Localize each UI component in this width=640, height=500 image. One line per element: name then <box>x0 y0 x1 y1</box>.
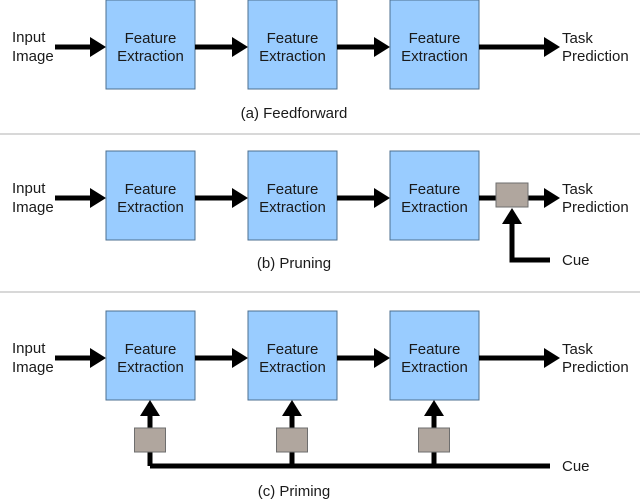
block-arrow-1-arrowhead-icon <box>232 188 248 208</box>
block-arrow-1-arrowhead-icon <box>232 37 248 57</box>
output-label-line2: Prediction <box>562 199 629 216</box>
block-label-line2: Extraction <box>117 48 184 65</box>
block-label-line2: Extraction <box>401 48 468 65</box>
block-label-line1: Feature <box>267 30 319 47</box>
block-label-line2: Extraction <box>259 199 326 216</box>
block-label-line2: Extraction <box>259 359 326 376</box>
block-label-line2: Extraction <box>401 359 468 376</box>
output-arrow-arrowhead-icon <box>544 37 560 57</box>
cue-arrow-arrowhead-icon <box>502 208 522 224</box>
cue-line <box>509 222 550 263</box>
caption-priming: (c) Priming <box>258 483 331 500</box>
output-label-line1: Task <box>562 341 593 358</box>
caption-pruning: (b) Pruning <box>257 255 331 272</box>
block-label-line1: Feature <box>267 181 319 198</box>
input-arrow-arrowhead-icon <box>90 188 106 208</box>
priming-arrow-3-arrowhead-icon <box>424 400 444 416</box>
block-label-line2: Extraction <box>259 48 326 65</box>
block-label-line1: Feature <box>125 341 177 358</box>
block-arrow-2-arrowhead-icon <box>374 188 390 208</box>
block-label-line2: Extraction <box>117 359 184 376</box>
block-label-line1: Feature <box>125 30 177 47</box>
input-label-line1: Input <box>12 340 46 357</box>
block-arrow-1-arrowhead-icon <box>232 348 248 368</box>
block-label-line2: Extraction <box>117 199 184 216</box>
diagram: InputImageFeatureExtractionFeatureExtrac… <box>0 0 640 500</box>
cue-label-b: Cue <box>562 252 590 269</box>
priming-gate-1 <box>134 427 166 453</box>
output-label-line2: Prediction <box>562 359 629 376</box>
input-label-line2: Image <box>12 48 54 65</box>
priming-gate-2 <box>276 427 308 453</box>
input-label-line1: Input <box>12 29 46 46</box>
block-arrow-2-arrowhead-icon <box>374 348 390 368</box>
block-label-line1: Feature <box>125 181 177 198</box>
block-label-line1: Feature <box>409 341 461 358</box>
output-label-line2: Prediction <box>562 48 629 65</box>
block-label-line1: Feature <box>409 181 461 198</box>
input-label-line2: Image <box>12 199 54 216</box>
output-label-line1: Task <box>562 181 593 198</box>
input-label-line2: Image <box>12 359 54 376</box>
input-label-line1: Input <box>12 180 46 197</box>
output-arrow-arrowhead-icon <box>544 188 560 208</box>
pruning-gate <box>495 182 529 208</box>
block-arrow-2-arrowhead-icon <box>374 37 390 57</box>
block-label-line1: Feature <box>409 30 461 47</box>
cue-label-c: Cue <box>562 458 590 475</box>
block-label-line2: Extraction <box>401 199 468 216</box>
priming-arrow-2-arrowhead-icon <box>282 400 302 416</box>
caption-feedforward: (a) Feedforward <box>241 105 348 122</box>
priming-arrow-1-arrowhead-icon <box>140 400 160 416</box>
input-arrow-arrowhead-icon <box>90 37 106 57</box>
input-arrow-arrowhead-icon <box>90 348 106 368</box>
output-arrow-arrowhead-icon <box>544 348 560 368</box>
priming-gate-3 <box>418 427 450 453</box>
output-label-line1: Task <box>562 30 593 47</box>
block-label-line1: Feature <box>267 341 319 358</box>
